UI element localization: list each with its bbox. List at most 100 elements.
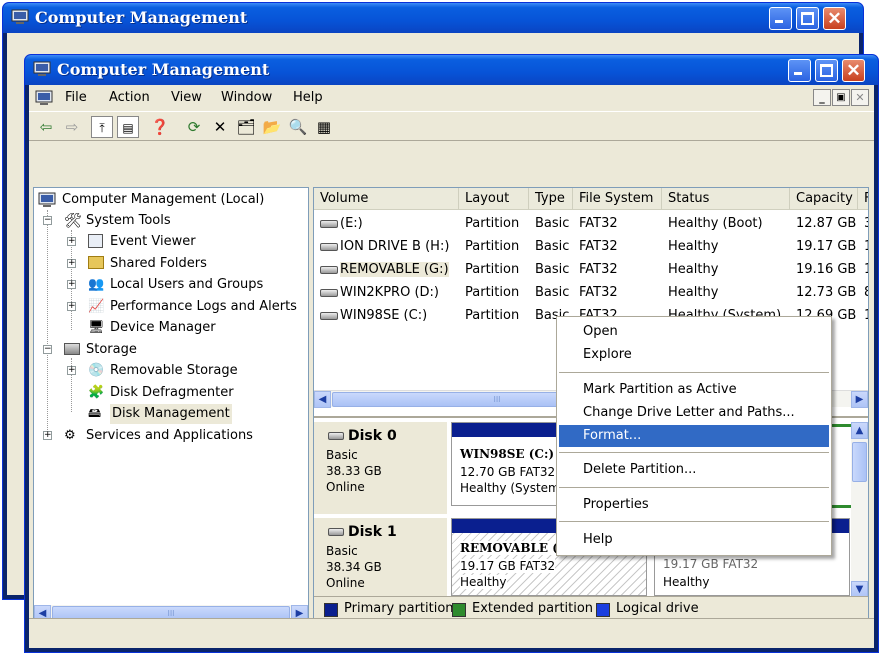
column-volume[interactable]: Volume bbox=[314, 188, 459, 210]
capacity-cell: 19.16 GB bbox=[796, 262, 857, 277]
column-free[interactable]: F bbox=[858, 188, 868, 210]
menu-item-properties[interactable]: Properties bbox=[559, 494, 829, 516]
delete-icon[interactable]: ✕ bbox=[209, 116, 231, 138]
close-button[interactable]: ✕ bbox=[842, 59, 865, 82]
partition-status: Healthy bbox=[663, 575, 710, 589]
menu-bar: File Action View Window Help _ ▣ ✕ bbox=[29, 85, 874, 111]
expander-removable-storage[interactable]: + bbox=[67, 366, 76, 375]
child-minimize-button[interactable]: _ bbox=[813, 89, 831, 106]
expander-shared-folders[interactable]: + bbox=[67, 259, 76, 268]
back-arrow-icon[interactable]: ⇦ bbox=[35, 116, 57, 138]
legend-swatch-extended bbox=[452, 603, 466, 617]
expander-performance-logs[interactable]: + bbox=[67, 302, 76, 311]
expander-system-tools[interactable]: − bbox=[43, 216, 52, 225]
drive-icon bbox=[320, 219, 338, 228]
capacity-cell: 12.73 GB bbox=[796, 285, 857, 300]
menu-item-delete-partition[interactable]: Delete Partition... bbox=[559, 459, 829, 481]
open-folder-icon[interactable]: 📂 bbox=[261, 116, 283, 138]
free-cell: 3 bbox=[858, 212, 868, 235]
back-minimize-button[interactable] bbox=[769, 7, 792, 30]
expander-services[interactable]: + bbox=[43, 431, 52, 440]
type-cell: Basic bbox=[535, 239, 570, 254]
tree-label: Disk Defragmenter bbox=[110, 385, 234, 400]
computer-management-icon bbox=[33, 61, 51, 76]
child-restore-button[interactable]: ▣ bbox=[832, 89, 850, 106]
scroll-right-button[interactable]: ▶ bbox=[851, 391, 868, 408]
column-capacity[interactable]: Capacity bbox=[790, 188, 858, 210]
menu-view[interactable]: View bbox=[171, 90, 202, 105]
console-tree: Computer Management (Local) − 🛠 System T… bbox=[33, 187, 309, 623]
tree-root-label: Computer Management (Local) bbox=[62, 192, 265, 207]
menu-item-change-drive-letter[interactable]: Change Drive Letter and Paths... bbox=[559, 402, 829, 424]
type-cell: Basic bbox=[535, 216, 570, 231]
up-folder-icon[interactable]: ⤒ bbox=[91, 116, 113, 138]
back-maximize-button[interactable] bbox=[796, 7, 819, 30]
back-window-title-bar[interactable]: Computer Management ✕ bbox=[3, 3, 863, 33]
forward-arrow-icon[interactable]: ⇨ bbox=[61, 116, 83, 138]
menu-item-format[interactable]: Format... bbox=[559, 425, 829, 447]
device-manager-icon: 🖥 bbox=[88, 320, 105, 335]
menu-window[interactable]: Window bbox=[221, 90, 272, 105]
capacity-cell: 19.17 GB bbox=[796, 239, 857, 254]
partition-size: 19.17 GB FAT32 bbox=[663, 557, 759, 571]
menu-item-open[interactable]: Open bbox=[559, 321, 829, 343]
volume-cell: WIN2KPRO (D:) bbox=[314, 281, 459, 304]
status-bar bbox=[29, 618, 874, 648]
column-file-system[interactable]: File System bbox=[573, 188, 662, 210]
menu-item-mark-active[interactable]: Mark Partition as Active bbox=[559, 379, 829, 401]
column-type[interactable]: Type bbox=[529, 188, 573, 210]
minimize-button[interactable] bbox=[788, 59, 811, 82]
menu-help[interactable]: Help bbox=[293, 90, 323, 105]
main-window-title-bar[interactable]: Computer Management ✕ bbox=[25, 55, 878, 85]
layout-cell: Partition bbox=[465, 262, 520, 277]
menu-item-explore[interactable]: Explore bbox=[559, 344, 829, 366]
disk-1-state: Online bbox=[326, 576, 365, 590]
disk-0-info[interactable]: Disk 0 Basic 38.33 GB Online bbox=[314, 422, 447, 516]
scroll-up-button[interactable]: ▲ bbox=[851, 422, 868, 439]
layout-cell: Partition bbox=[465, 308, 520, 323]
show-hide-tree-icon[interactable]: ▤ bbox=[117, 116, 139, 138]
menu-item-help[interactable]: Help bbox=[559, 529, 829, 551]
scroll-thumb[interactable] bbox=[852, 442, 867, 482]
search-icon[interactable]: 🔍 bbox=[287, 116, 309, 138]
menu-file[interactable]: File bbox=[65, 90, 87, 105]
expander-storage[interactable]: − bbox=[43, 345, 52, 354]
context-menu: Open Explore Mark Partition as Active Ch… bbox=[556, 316, 832, 556]
help-icon[interactable]: ❓ bbox=[149, 116, 171, 138]
tree-label: Local Users and Groups bbox=[110, 277, 264, 292]
shared-folder-icon bbox=[88, 256, 104, 269]
child-close-button[interactable]: ✕ bbox=[851, 89, 869, 106]
tree-label: Removable Storage bbox=[110, 363, 238, 378]
volume-row[interactable]: ION DRIVE B (H:) Partition Basic FAT32 H… bbox=[314, 235, 868, 258]
expander-local-users[interactable]: + bbox=[67, 280, 76, 289]
volume-row[interactable]: REMOVABLE (G:) Partition Basic FAT32 Hea… bbox=[314, 258, 868, 281]
free-cell: 1 bbox=[858, 304, 868, 327]
volume-name: WIN2KPRO (D:) bbox=[340, 285, 439, 300]
disk-icon[interactable]: ▦ bbox=[313, 116, 335, 138]
legend-swatch-logical bbox=[596, 603, 610, 617]
disk-1-info[interactable]: Disk 1 Basic 38.34 GB Online bbox=[314, 518, 447, 602]
status-cell: Healthy bbox=[668, 239, 719, 254]
tools-icon: 🛠 bbox=[64, 213, 82, 229]
properties-icon[interactable]: 🗂 bbox=[235, 116, 257, 138]
scroll-left-button[interactable]: ◀ bbox=[314, 391, 331, 408]
volume-row[interactable]: WIN2KPRO (D:) Partition Basic FAT32 Heal… bbox=[314, 281, 868, 304]
layout-cell: Partition bbox=[465, 216, 520, 231]
volume-cell: ION DRIVE B (H:) bbox=[314, 235, 459, 258]
tree-label: Services and Applications bbox=[86, 428, 253, 443]
back-window-title: Computer Management bbox=[35, 8, 248, 27]
tree-label: Device Manager bbox=[110, 320, 216, 335]
partition-status: Healthy (System bbox=[460, 481, 560, 495]
disk-icon bbox=[328, 528, 344, 536]
column-layout[interactable]: Layout bbox=[459, 188, 529, 210]
volume-list-header: Volume Layout Type File System Status Ca… bbox=[314, 188, 868, 210]
refresh-icon[interactable]: ⟳ bbox=[183, 116, 205, 138]
volume-row[interactable]: (E:) Partition Basic FAT32 Healthy (Boot… bbox=[314, 212, 868, 235]
volume-cell: (E:) bbox=[314, 212, 459, 235]
menu-action[interactable]: Action bbox=[109, 90, 150, 105]
graph-vertical-scrollbar[interactable]: ▲ ▼ bbox=[851, 422, 868, 598]
expander-event-viewer[interactable]: + bbox=[67, 237, 76, 246]
maximize-button[interactable] bbox=[815, 59, 838, 82]
column-status[interactable]: Status bbox=[662, 188, 790, 210]
back-close-button[interactable]: ✕ bbox=[823, 7, 846, 30]
